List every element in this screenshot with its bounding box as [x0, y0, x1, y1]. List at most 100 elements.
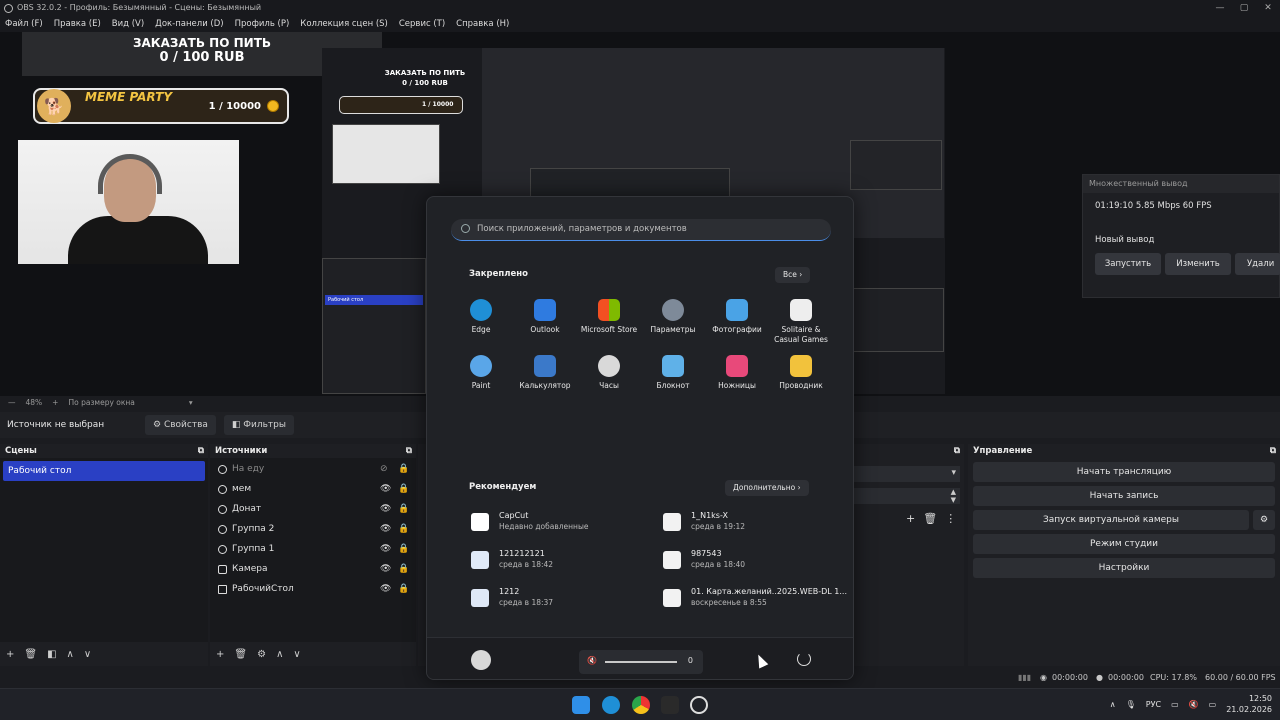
visibility-icon[interactable]: 👁 [380, 484, 391, 494]
pinned-app[interactable]: Outlook [513, 299, 577, 335]
source-item[interactable]: На еду ⊘ 🔒 [210, 459, 416, 479]
add-scene-icon[interactable]: + [6, 649, 14, 660]
recommended-item[interactable]: CapCut Недавно добавленные [471, 511, 589, 531]
input-language[interactable]: РУС [1146, 700, 1161, 709]
windows-start-icon[interactable] [572, 696, 590, 714]
menu-tools[interactable]: Сервис (T) [399, 16, 445, 32]
studio-mode-button[interactable]: Режим студии [973, 534, 1275, 554]
menu-view[interactable]: Вид (V) [112, 16, 144, 32]
pinned-app[interactable]: Microsoft Store [577, 299, 641, 335]
visibility-icon[interactable]: 👁 [380, 584, 391, 594]
more-button[interactable]: Дополнительно › [725, 480, 809, 496]
source-properties-icon[interactable]: ⚙ [257, 649, 266, 660]
start-virtual-camera-button[interactable]: Запуск виртуальной камеры [973, 510, 1249, 530]
dock-undock-icon[interactable]: ⧉ [406, 444, 412, 458]
pinned-app[interactable]: Блокнот [641, 355, 705, 391]
lock-icon[interactable]: 🔒 [398, 484, 409, 494]
zoom-mode[interactable]: По размеру окна [68, 396, 134, 410]
pinned-app[interactable]: Paint [449, 355, 513, 391]
more-menu-icon[interactable]: ⋮ [945, 512, 956, 525]
recommended-item[interactable]: 987543 среда в 18:40 [663, 549, 745, 569]
source-item[interactable]: Донат 👁 🔒 [210, 499, 416, 519]
speaker-muted-icon[interactable]: 🔇 [587, 656, 597, 665]
edge-icon[interactable] [602, 696, 620, 714]
tray-overflow-chevron-icon[interactable]: ∧ [1110, 700, 1116, 709]
menu-scene-collection[interactable]: Коллекция сцен (S) [300, 16, 388, 32]
settings-button[interactable]: Настройки [973, 558, 1275, 578]
all-apps-button[interactable]: Все › [775, 267, 811, 283]
source-item[interactable]: мем 👁 🔒 [210, 479, 416, 499]
visibility-hidden-icon[interactable]: ⊘ [380, 464, 388, 474]
move-up-icon[interactable]: ∧ [276, 649, 283, 660]
visibility-icon[interactable]: 👁 [380, 504, 391, 514]
properties-button[interactable]: ⚙ Свойства [145, 415, 216, 435]
zoom-plus[interactable]: + [52, 396, 58, 410]
pinned-app[interactable]: Ножницы [705, 355, 769, 391]
visibility-icon[interactable]: 👁 [380, 564, 391, 574]
edit-output-button[interactable]: Изменить [1165, 253, 1231, 275]
source-item[interactable]: Камера 👁 🔒 [210, 559, 416, 579]
minimize-button[interactable]: — [1208, 0, 1232, 16]
source-item[interactable]: Группа 2 👁 🔒 [210, 519, 416, 539]
remove-scene-icon[interactable]: 🗑 [24, 649, 37, 660]
volume-slider[interactable]: 🔇 0 [579, 650, 703, 674]
pinned-app[interactable]: Часы [577, 355, 641, 391]
visibility-icon[interactable]: 👁 [380, 544, 391, 554]
virtual-camera-settings-icon[interactable]: ⚙ [1253, 510, 1275, 530]
pinned-app[interactable]: Калькулятор [513, 355, 577, 391]
clock[interactable]: 12:50 21.02.2026 [1226, 693, 1272, 715]
lock-icon[interactable]: 🔒 [398, 464, 409, 474]
source-item[interactable]: РабочийСтол 👁 🔒 [210, 579, 416, 599]
visibility-icon[interactable]: 👁 [380, 524, 391, 534]
obs-icon[interactable] [690, 696, 708, 714]
transition-select[interactable]: ▾ [852, 466, 960, 482]
recommended-item[interactable]: 121212121 среда в 18:42 [471, 549, 553, 569]
start-search-input[interactable]: Поиск приложений, параметров и документо… [451, 219, 831, 241]
user-avatar-icon[interactable] [471, 650, 491, 670]
remove-transition-icon[interactable]: 🗑 [923, 512, 937, 525]
microphone-icon[interactable]: 🎙 [1126, 700, 1136, 709]
delete-output-button[interactable]: Удали [1235, 253, 1280, 275]
lock-icon[interactable]: 🔒 [398, 544, 409, 554]
close-button[interactable]: ✕ [1256, 0, 1280, 16]
zoom-minus[interactable]: — [8, 396, 16, 410]
audio-meter-app-icon[interactable] [661, 696, 679, 714]
scene-filters-icon[interactable]: ◧ [47, 649, 56, 660]
add-source-icon[interactable]: + [216, 649, 224, 660]
move-down-icon[interactable]: ∨ [293, 649, 300, 660]
recommended-item[interactable]: 1212 среда в 18:37 [471, 587, 553, 607]
battery-icon[interactable]: ▭ [1209, 700, 1217, 709]
dock-undock-icon[interactable]: ⧉ [1270, 444, 1276, 458]
duration-spinbox[interactable]: ▲ ▼ [852, 488, 960, 504]
menu-file[interactable]: Файл (F) [5, 16, 43, 32]
recommended-item[interactable]: 01. Карта.желаний..2025.WEB-DL 1... воскр… [663, 587, 847, 607]
menu-profile[interactable]: Профиль (P) [235, 16, 290, 32]
source-item[interactable]: Группа 1 👁 🔒 [210, 539, 416, 559]
menu-edit[interactable]: Правка (E) [54, 16, 101, 32]
lock-icon[interactable]: 🔒 [398, 524, 409, 534]
menu-help[interactable]: Справка (H) [456, 16, 509, 32]
power-icon[interactable] [797, 652, 811, 666]
pinned-app[interactable]: Edge [449, 299, 513, 335]
start-streaming-button[interactable]: Начать трансляцию [973, 462, 1275, 482]
pinned-app[interactable]: Фотографии [705, 299, 769, 335]
pinned-app[interactable]: Проводник [769, 355, 833, 391]
pinned-app[interactable]: Параметры [641, 299, 705, 335]
start-recording-button[interactable]: Начать запись [973, 486, 1275, 506]
lock-icon[interactable]: 🔒 [398, 584, 409, 594]
scene-item[interactable]: Рабочий стол [3, 461, 205, 481]
remove-source-icon[interactable]: 🗑 [234, 649, 247, 660]
dock-undock-icon[interactable]: ⧉ [954, 444, 960, 458]
pinned-app[interactable]: Solitaire & Casual Games [769, 299, 833, 345]
network-icon[interactable]: ▭ [1171, 700, 1179, 709]
volume-icon[interactable]: 🔇 [1189, 700, 1199, 709]
move-down-icon[interactable]: ∨ [84, 649, 91, 660]
lock-icon[interactable]: 🔒 [398, 504, 409, 514]
zoom-mode-chevron-icon[interactable]: ▾ [189, 396, 193, 410]
dock-undock-icon[interactable]: ⧉ [198, 444, 204, 458]
menu-docks[interactable]: Док-панели (D) [155, 16, 223, 32]
start-output-button[interactable]: Запустить [1095, 253, 1161, 275]
filters-button[interactable]: ◧ Фильтры [223, 415, 294, 435]
recommended-item[interactable]: 1_N1ks-X среда в 19:12 [663, 511, 745, 531]
lock-icon[interactable]: 🔒 [398, 564, 409, 574]
